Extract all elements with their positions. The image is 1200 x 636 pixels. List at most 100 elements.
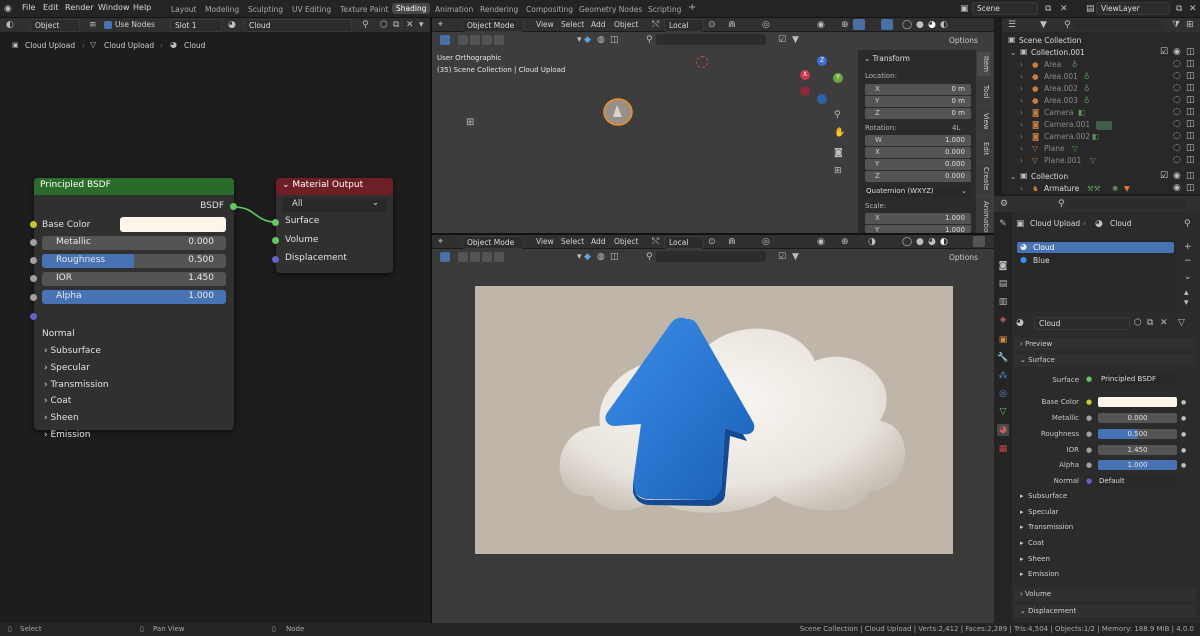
select-mode-3[interactable]	[482, 35, 492, 45]
search-input[interactable]	[656, 251, 766, 262]
keyframe-dot-icon[interactable]: ●	[1181, 446, 1186, 456]
shading-rendered-icon[interactable]: ◐	[940, 237, 948, 247]
specular-panel[interactable]: › Specular	[44, 363, 90, 373]
texture-tab-icon[interactable]: ▦	[997, 443, 1009, 455]
render-tab-icon[interactable]: ◙	[997, 260, 1009, 272]
prop-alpha-field[interactable]: 1.000	[1098, 460, 1177, 470]
pan-hand-icon[interactable]: ✋	[834, 128, 845, 138]
prop-subpanel-coat[interactable]: ▸ Coat	[1020, 539, 1044, 547]
editor-type-icon[interactable]: ⚙	[1000, 199, 1008, 209]
add-slot-icon[interactable]: +	[1184, 242, 1192, 252]
pivot-icon[interactable]: ⊙	[708, 237, 716, 247]
new-collection-icon[interactable]: ⊞	[1186, 20, 1194, 30]
pause-render-button[interactable]	[973, 236, 985, 247]
add-workspace-button[interactable]: +	[688, 2, 696, 13]
tab-create[interactable]: Create	[977, 164, 990, 194]
preview-panel-header[interactable]: › Preview	[1014, 338, 1196, 351]
tab-scripting[interactable]: Scripting	[648, 5, 681, 14]
tab-item[interactable]: Item	[977, 52, 990, 76]
filter-icon[interactable]: ▼	[792, 35, 799, 45]
visibility-icon[interactable]: ◉	[817, 237, 825, 247]
move-up-icon[interactable]: ▴	[1184, 288, 1189, 298]
shading-material-icon[interactable]: ◕	[928, 20, 936, 30]
roughness-socket[interactable]	[30, 257, 37, 264]
transform-orientation-dropdown[interactable]: Local	[664, 236, 704, 249]
outliner-row-scene-collection[interactable]: ▣ Scene Collection	[1002, 35, 1200, 47]
keyframe-dot-icon[interactable]: ●	[1181, 398, 1186, 408]
delete-layer-icon[interactable]: ✕	[1189, 4, 1197, 14]
prop-ior-field[interactable]: 1.450	[1098, 445, 1177, 455]
outliner-row-collection-001[interactable]: ⌄ ▣ Collection.001 ☑ ◉ ◫	[1002, 47, 1200, 59]
xray-toggle[interactable]	[881, 19, 893, 30]
tab-animation[interactable]: Animation	[435, 5, 473, 14]
delete-icon[interactable]: ✕	[1060, 4, 1068, 14]
rotation-w-field[interactable]: W 1.000	[865, 135, 971, 146]
target-dropdown[interactable]: All ⌄	[282, 198, 387, 212]
tab-animation[interactable]: Animation	[977, 198, 990, 237]
menu-add[interactable]: Add	[591, 20, 606, 29]
tab-view[interactable]: View	[977, 108, 990, 134]
principled-bsdf-title[interactable]: Principled BSDF	[34, 178, 234, 195]
outliner-row-collection[interactable]: ⌄ ▣ Collection ☑ ◉ ◫	[1002, 171, 1200, 183]
material-output-title[interactable]: ⌄ Material Output	[276, 178, 393, 195]
proportional-icon[interactable]: ◎	[762, 20, 770, 30]
menu-file[interactable]: File	[22, 3, 35, 12]
unlink-icon[interactable]: ✕	[1160, 318, 1168, 328]
tab-tool[interactable]: Tool	[977, 80, 990, 104]
copy-icon[interactable]: ⧉	[1045, 4, 1051, 14]
properties-search-input[interactable]	[1068, 199, 1186, 209]
outliner-row-item[interactable]: › ▽ Plane ▽ ◌ ◫	[1002, 143, 1200, 155]
snap-icon[interactable]: ⋒	[728, 20, 736, 30]
camera-icon[interactable]: ◫	[1186, 183, 1195, 193]
cloud-object-preview[interactable]	[601, 96, 635, 128]
modifier-tab-icon[interactable]: 🔧	[997, 352, 1009, 364]
zoom-icon[interactable]: ⚲	[834, 110, 841, 120]
prop-subpanel-transmission[interactable]: ▸ Transmission	[1020, 523, 1073, 531]
menu-view[interactable]: View	[536, 20, 554, 29]
slot-row-blue[interactable]: ● Blue	[1017, 255, 1174, 266]
rotation-z-field[interactable]: Z 0.000	[865, 171, 971, 182]
gizmo-icon[interactable]: ⊕	[841, 20, 849, 30]
scale-y-field[interactable]: Y 1.000	[865, 225, 971, 234]
outliner-row-item[interactable]: › ▽ Plane.001 ▽ ◌ ◫	[1002, 155, 1200, 167]
menu-object[interactable]: Object	[614, 237, 638, 246]
shading-solid-icon[interactable]: ●	[916, 237, 924, 247]
menu-render[interactable]: Render	[65, 3, 93, 12]
gizmo-y-axis[interactable]: Y	[833, 73, 843, 83]
location-x-field[interactable]: X0 m	[865, 84, 971, 95]
navigation-gizmo[interactable]: Z X Y	[797, 54, 847, 106]
select-mode-1[interactable]	[458, 35, 468, 45]
select-mode-2[interactable]	[470, 35, 480, 45]
remove-slot-icon[interactable]: −	[1184, 256, 1192, 266]
menu-edit[interactable]: Edit	[43, 3, 59, 12]
emission-panel[interactable]: › Emission	[44, 430, 91, 440]
principled-bsdf-node[interactable]: Principled BSDF BSDF Base Color Metallic…	[34, 178, 234, 440]
select-box-tool[interactable]	[440, 252, 450, 262]
eye-icon[interactable]: ◉	[1173, 183, 1181, 193]
metallic-socket[interactable]	[30, 239, 37, 246]
volume-input-socket[interactable]	[272, 237, 279, 244]
prop-roughness-field[interactable]: 0.500	[1098, 429, 1177, 439]
particles-tab-icon[interactable]: ⁂	[997, 370, 1009, 382]
menu-object[interactable]: Object	[614, 20, 638, 29]
subsurface-panel[interactable]: › Subsurface	[44, 346, 101, 356]
select-mode-4[interactable]	[494, 35, 504, 45]
scale-x-field[interactable]: X 1.000	[865, 213, 971, 224]
shading-rendered-icon[interactable]: ◐	[940, 20, 948, 30]
proportional-icon[interactable]: ◎	[762, 237, 770, 247]
tool-icon[interactable]: ⊞	[466, 118, 474, 128]
transform-orientation-icon[interactable]: ⤲	[652, 20, 659, 30]
shading-wire-icon[interactable]: ◯	[902, 237, 912, 247]
keyframe-dot-icon[interactable]: ●	[1181, 430, 1186, 440]
menu-add[interactable]: Add	[591, 237, 606, 246]
search-input[interactable]	[656, 34, 766, 45]
object-tab-icon[interactable]: ▣	[997, 334, 1009, 346]
filter-dropdown-icon[interactable]: ▾	[577, 252, 582, 262]
displacement-input-socket[interactable]	[272, 256, 279, 263]
transform-panel-header[interactable]: ⌄ Transform	[864, 54, 910, 63]
rotation-x-field[interactable]: X 0.000	[865, 147, 971, 158]
tab-shading[interactable]: Shading	[392, 3, 431, 14]
tool-tab-icon[interactable]: ✎	[997, 218, 1009, 230]
gizmo-neg-z[interactable]	[817, 94, 827, 104]
shading-wire-icon[interactable]: ◯	[902, 20, 912, 30]
